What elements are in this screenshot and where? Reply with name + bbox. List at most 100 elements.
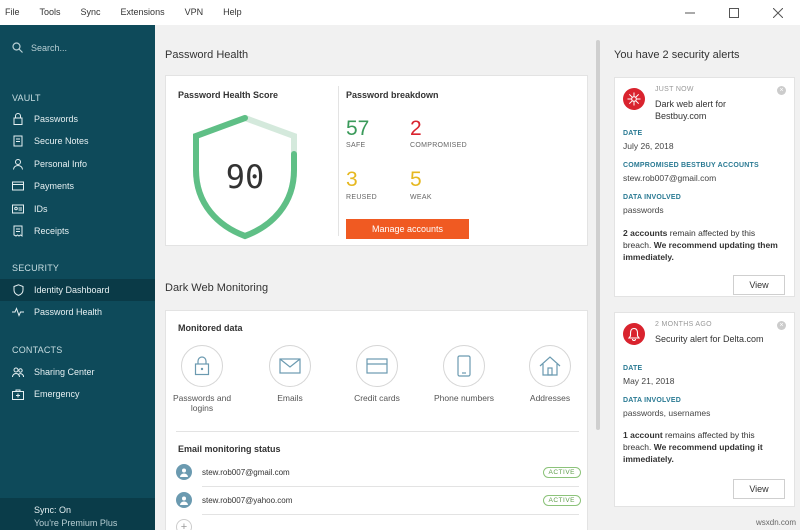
sidebar-item-identity-dashboard[interactable]: Identity Dashboard: [0, 279, 155, 301]
menu-tools[interactable]: Tools: [30, 0, 71, 25]
health-score-label: Password Health Score: [178, 90, 279, 100]
weak-label: WEAK: [410, 194, 432, 201]
people-icon: [12, 366, 24, 378]
watermark: wsxdn.com: [755, 518, 796, 527]
status-badge: ACTIVE: [542, 494, 581, 506]
alert-title: Dark web alert for Bestbuy.com: [655, 99, 727, 121]
avatar: [176, 464, 192, 480]
shield-icon: [12, 284, 24, 296]
card-divider: [338, 86, 339, 236]
monitored-label: Credit cards: [354, 393, 400, 403]
alert-data: passwords: [623, 205, 664, 215]
alert-accounts: stew.rob007@gmail.com: [623, 173, 717, 183]
sidebar-item-label: Passwords: [34, 114, 79, 124]
password-health-card: Password Health Score 90 Password breakd…: [165, 75, 588, 246]
close-icon: ×: [779, 322, 784, 329]
manage-accounts-button[interactable]: Manage accounts: [346, 219, 469, 239]
monitored-label: Addresses: [529, 393, 571, 403]
sidebar-item-label: Identity Dashboard: [34, 285, 110, 295]
reused-label: REUSED: [346, 194, 377, 201]
search-icon: [12, 42, 23, 53]
sidebar-item-secure-notes[interactable]: Secure Notes: [0, 130, 155, 152]
monitored-data-label: Monitored data: [178, 323, 243, 333]
health-score-value: 90: [225, 158, 265, 196]
alert-date: May 21, 2018: [623, 376, 675, 386]
security-heading: SECURITY: [12, 263, 60, 273]
sidebar-item-password-health[interactable]: Password Health: [0, 301, 155, 323]
sidebar-item-receipts[interactable]: Receipts: [0, 220, 155, 242]
sidebar-item-label: Personal Info: [34, 159, 88, 169]
sidebar-item-label: Receipts: [34, 226, 70, 236]
alert-card-delta: 2 MONTHS AGO Security alert for Delta.co…: [614, 312, 795, 507]
add-email-button[interactable]: +: [176, 519, 192, 530]
sidebar-item-label: Payments: [34, 181, 75, 191]
menu-sync[interactable]: Sync: [71, 0, 111, 25]
note-icon: [12, 135, 24, 147]
lock-icon: [181, 345, 223, 387]
minimize-button[interactable]: [668, 0, 712, 25]
vault-heading: VAULT: [12, 93, 41, 103]
maximize-button[interactable]: [712, 0, 756, 25]
person-icon: [12, 158, 24, 170]
window-controls: [668, 0, 800, 25]
view-alert-button[interactable]: View: [733, 275, 785, 295]
credit-card-icon: [12, 180, 24, 192]
bell-alert-icon: [623, 323, 645, 345]
alert-message: 1 account remains affected by this breac…: [623, 429, 778, 465]
monitored-emails[interactable]: Emails: [260, 345, 320, 403]
sidebar-item-personal-info[interactable]: Personal Info: [0, 153, 155, 175]
breakdown-label: Password breakdown: [346, 90, 439, 100]
menu-file[interactable]: File: [0, 0, 30, 25]
dark-web-card: Monitored data Passwords and logins Emai…: [165, 310, 588, 530]
compromised-count: 2: [410, 117, 422, 140]
alert-data-label: DATA INVOLVED: [623, 397, 681, 404]
dismiss-alert-button[interactable]: ×: [777, 321, 786, 330]
close-window-button[interactable]: [756, 0, 800, 25]
view-alert-button[interactable]: View: [733, 479, 785, 499]
sidebar-item-label: Password Health: [34, 307, 103, 317]
email-address: stew.rob007@yahoo.com: [202, 495, 293, 505]
dark-web-alert-icon: [623, 88, 645, 110]
alert-time: JUST NOW: [655, 86, 694, 93]
alert-message: 2 accounts remain affected by this breac…: [623, 227, 778, 263]
monitored-credit-cards[interactable]: Credit cards: [347, 345, 407, 403]
maximize-icon: [729, 7, 739, 18]
monitored-addresses[interactable]: Addresses: [520, 345, 580, 403]
sidebar-footer: Sync: On You're Premium Plus: [0, 498, 155, 530]
email-status-label: Email monitoring status: [178, 444, 281, 454]
receipt-icon: [12, 225, 24, 237]
sidebar-item-payments[interactable]: Payments: [0, 175, 155, 197]
pulse-icon: [12, 306, 24, 318]
menu-vpn[interactable]: VPN: [175, 0, 214, 25]
menu-extensions[interactable]: Extensions: [111, 0, 175, 25]
alert-data-label: DATA INVOLVED: [623, 194, 681, 201]
menu-help[interactable]: Help: [213, 0, 252, 25]
sync-status: Sync: On: [34, 505, 72, 515]
sidebar-item-label: IDs: [34, 204, 48, 214]
monitored-label: Passwords and logins: [172, 393, 232, 413]
alerts-panel: You have 2 security alerts JUST NOW Dark…: [600, 25, 800, 530]
email-row[interactable]: stew.rob007@gmail.com ACTIVE: [176, 461, 581, 483]
row-divider: [202, 514, 579, 515]
credit-card-icon: [356, 345, 398, 387]
main-content: Password Health Password Health Score 90…: [155, 25, 600, 530]
sidebar-search[interactable]: Search...: [12, 42, 67, 53]
sidebar-item-emergency[interactable]: Emergency: [0, 383, 155, 405]
status-badge: ACTIVE: [542, 466, 581, 478]
email-row[interactable]: stew.rob007@yahoo.com ACTIVE: [176, 489, 581, 511]
sidebar-item-sharing-center[interactable]: Sharing Center: [0, 361, 155, 383]
dismiss-alert-button[interactable]: ×: [777, 86, 786, 95]
contacts-heading: CONTACTS: [12, 345, 63, 355]
plus-icon: +: [180, 521, 188, 530]
monitored-passwords[interactable]: Passwords and logins: [172, 345, 232, 413]
alerts-heading: You have 2 security alerts: [614, 49, 740, 61]
phone-icon: [443, 345, 485, 387]
sidebar-item-passwords[interactable]: Passwords: [0, 108, 155, 130]
id-card-icon: [12, 203, 24, 215]
sidebar: Search... VAULT Passwords Secure Notes P…: [0, 25, 155, 530]
monitored-phone-numbers[interactable]: Phone numbers: [434, 345, 494, 403]
minimize-icon: [685, 12, 695, 13]
sidebar-item-ids[interactable]: IDs: [0, 198, 155, 220]
sidebar-item-label: Emergency: [34, 389, 80, 399]
plan-status: You're Premium Plus: [34, 518, 118, 528]
